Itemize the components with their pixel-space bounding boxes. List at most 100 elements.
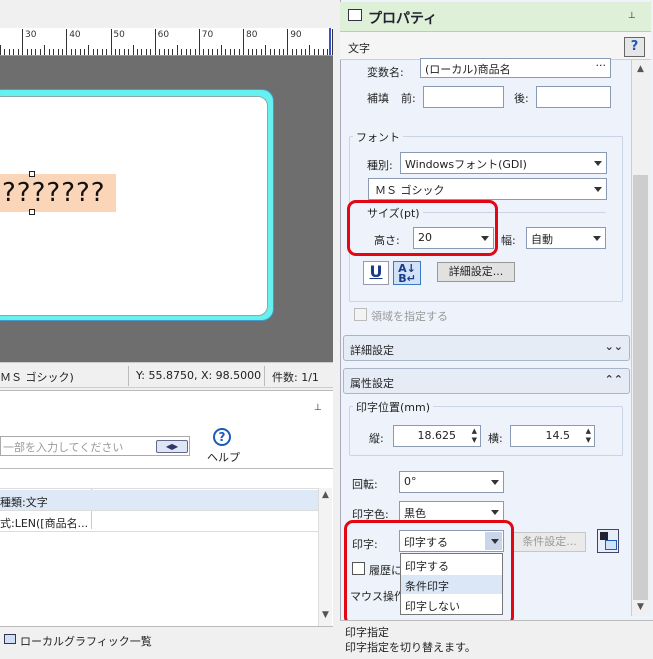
vertical-label: 縦:	[369, 432, 384, 445]
count-status: 件数: 1/1	[272, 371, 319, 384]
ruler-number: 60	[157, 30, 170, 40]
ruler-tick	[22, 29, 24, 55]
help-label[interactable]: ヘルプ	[207, 449, 240, 465]
ruler-tick	[35, 49, 37, 55]
section-detail[interactable]: 詳細設定 ⌄⌄	[343, 335, 630, 361]
ruler-tick	[251, 49, 253, 55]
chevron-double-down-icon: ⌄⌄	[604, 340, 623, 353]
ruler-tick	[168, 49, 169, 55]
ruler-tick	[106, 49, 108, 55]
ruler-number: 50	[113, 30, 125, 40]
variable-name-field[interactable]: (ローカル)商品名 ···	[420, 58, 611, 78]
ruler-tick	[0, 45, 1, 55]
horizontal-spinner[interactable]: 14.5 ▲ ▼	[510, 425, 595, 447]
vertical-spinner[interactable]: 18.625 ▲ ▼	[393, 425, 481, 447]
ruler-tick	[274, 49, 275, 55]
scrollbar-thumb[interactable]	[633, 175, 648, 600]
ruler-tick	[123, 49, 125, 55]
ruler-tick	[26, 49, 28, 55]
more-icon[interactable]: ···	[596, 59, 607, 72]
ruler-tick	[17, 49, 19, 55]
font-width-select[interactable]: 自動	[526, 227, 606, 249]
horizontal-label: 横:	[488, 432, 503, 445]
help-icon[interactable]: ?	[213, 428, 231, 446]
ruler-tick	[291, 49, 293, 55]
resize-handle-top[interactable]	[29, 171, 35, 177]
ruler-tick	[203, 49, 205, 55]
ruler-tick	[305, 49, 306, 55]
ruler-tick	[194, 49, 196, 55]
help-button[interactable]: ?	[624, 37, 645, 57]
ruler-tick	[172, 49, 174, 55]
ruler-number: 90	[290, 30, 302, 40]
ruler-tick	[278, 49, 280, 55]
ruler-tick	[216, 49, 218, 55]
ruler-tick	[75, 49, 77, 55]
chevron-down-icon	[594, 187, 602, 192]
ruler-tick	[185, 49, 187, 55]
after-input[interactable]	[536, 86, 611, 108]
font-detail-button[interactable]: 詳細設定...	[437, 262, 515, 282]
ruler-tick	[318, 49, 320, 55]
highlight-box-size	[347, 200, 498, 256]
section-attributes[interactable]: 属性設定 ⌃⌃	[343, 368, 630, 394]
font-type-select[interactable]: Windowsフォント(GDI)	[400, 152, 607, 174]
ruler-tick	[163, 49, 165, 55]
ruler-tick	[8, 49, 10, 55]
condition-setting-button[interactable]: 条件設定...	[513, 532, 586, 552]
pin-icon[interactable]: ⊥	[628, 11, 636, 21]
ruler-tick	[256, 49, 258, 55]
spinner-arrows-icon[interactable]: ▲ ▼	[472, 427, 477, 445]
ruler-tick	[70, 49, 72, 55]
spinner-arrows-icon[interactable]: ▲ ▼	[586, 427, 591, 445]
ruler-tick	[238, 49, 240, 55]
ruler-tick	[53, 49, 54, 55]
ruler-tick	[260, 49, 262, 55]
ruler-tick	[229, 49, 231, 55]
bottom-tab-local-graphics[interactable]: ローカルグラフィック一覧	[0, 626, 333, 652]
ruler-tick	[282, 49, 284, 55]
underline-icon[interactable]: U	[363, 261, 389, 285]
before-input[interactable]	[423, 86, 504, 108]
object-type-label: 文字	[348, 42, 370, 55]
table-row[interactable]: 式:LEN([商品名...	[0, 511, 318, 532]
ruler-tick	[66, 29, 68, 55]
print-position-legend: 印字位置(mm)	[353, 399, 434, 415]
ruler-tick	[114, 49, 116, 55]
grid-scrollbar[interactable]: ▲ ▼	[318, 488, 332, 626]
text-object[interactable]: ???????	[0, 174, 116, 212]
ruler-tick	[309, 45, 311, 55]
font-name-select[interactable]: ＭＳ ゴシック	[368, 178, 607, 200]
table-row[interactable]: 種類:文字	[0, 490, 318, 511]
ruler-cursor-marker	[329, 28, 331, 55]
ruler-tick	[322, 49, 324, 55]
ruler-tick	[4, 49, 6, 55]
search-nav-button[interactable]: ◀▶	[156, 440, 188, 453]
chevron-down-icon	[593, 236, 601, 241]
resize-handle-bottom[interactable]	[29, 209, 35, 215]
object-grid: 種類:文字 式:LEN([商品名...	[0, 468, 333, 626]
rotation-select[interactable]: 0°	[399, 471, 504, 493]
ruler-tick	[132, 45, 134, 55]
rotation-label: 回転:	[352, 478, 378, 491]
ruler-tick	[331, 29, 333, 55]
ruler-tick	[39, 49, 41, 55]
font-status: ＭＳ ゴシック)	[0, 371, 74, 384]
font-group-legend: フォント	[353, 129, 403, 145]
ruler-tick	[48, 49, 50, 55]
ruler-tick	[221, 45, 222, 55]
ruler-number: 40	[69, 30, 81, 40]
ruler-tick	[119, 49, 121, 55]
image-print-icon[interactable]	[597, 529, 619, 553]
position-status: Y: 55.8750, X: 98.5000	[136, 369, 262, 382]
ruler-tick	[141, 49, 143, 55]
ruler-tick	[79, 49, 81, 55]
ruler-number: 80	[246, 30, 258, 40]
ruler-tick	[207, 49, 209, 55]
pin-icon[interactable]: ⊥	[314, 403, 322, 413]
after-label: 後:	[514, 92, 529, 105]
ruler-tick	[181, 49, 183, 55]
text-direction-icon[interactable]: A↓ B↵	[393, 261, 421, 285]
ruler-tick	[30, 49, 32, 55]
area-checkbox[interactable]	[354, 308, 367, 321]
